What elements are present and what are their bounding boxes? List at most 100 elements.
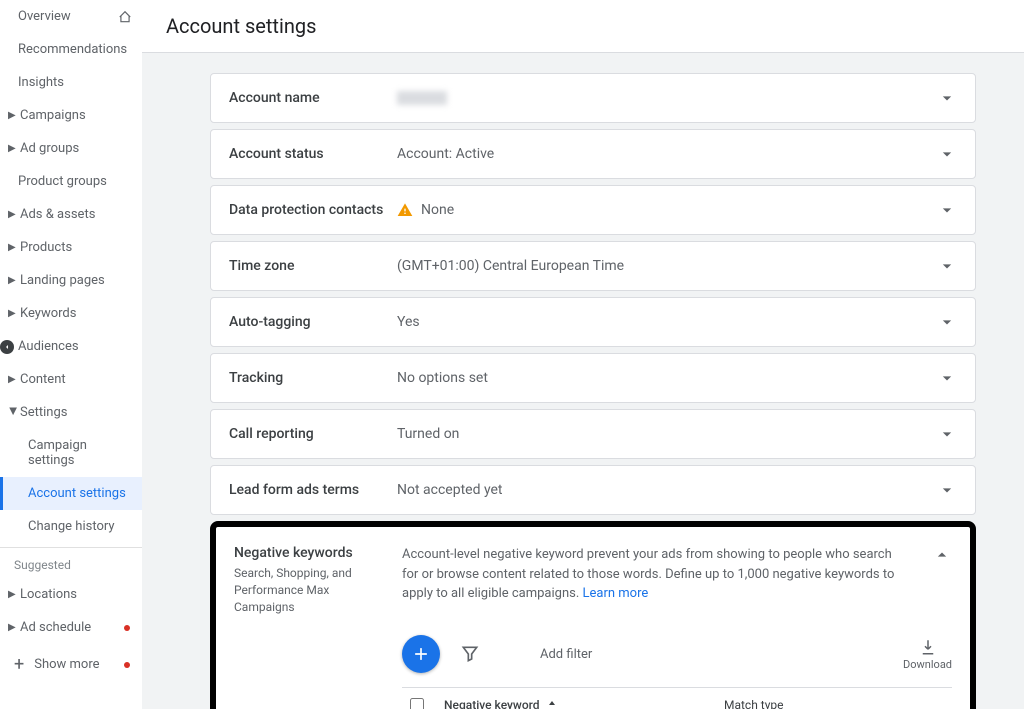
sidebar-item-campaign-settings[interactable]: Campaign settings — [0, 429, 142, 477]
sidebar-item-label: Products — [20, 240, 72, 255]
sidebar-item-label: Settings — [20, 405, 67, 420]
sidebar-item-label: Insights — [18, 75, 64, 90]
sidebar-item-label: Show more — [34, 657, 99, 672]
sidebar-show-more[interactable]: + Show more — [0, 644, 142, 685]
caret-icon: ▶ — [8, 308, 18, 319]
sidebar-item-label: Change history — [28, 519, 115, 534]
negkw-table: Negative keyword Match type You don't ha… — [402, 687, 952, 709]
download-button[interactable]: Download — [903, 638, 952, 671]
sidebar-item-label: Ad schedule — [20, 620, 91, 635]
chevron-down-icon — [937, 368, 957, 388]
panel-account-status[interactable]: Account status Account: Active — [210, 129, 976, 179]
panel-label: Tracking — [229, 370, 397, 386]
main-content: Account settings Account name Account st… — [142, 0, 1024, 709]
panel-label: Call reporting — [229, 426, 397, 442]
panel-tracking[interactable]: Tracking No options set — [210, 353, 976, 403]
panel-auto-tagging[interactable]: Auto-tagging Yes — [210, 297, 976, 347]
panel-value: Turned on — [397, 426, 937, 442]
negative-keywords-panel: Negative keywords Search, Shopping, and … — [210, 521, 976, 709]
learn-more-link[interactable]: Learn more — [583, 586, 649, 601]
chevron-down-icon — [937, 144, 957, 164]
panel-lead-form[interactable]: Lead form ads terms Not accepted yet — [210, 465, 976, 515]
panel-account-name[interactable]: Account name — [210, 73, 976, 123]
sidebar-item-ads-assets[interactable]: ▶Ads & assets — [0, 198, 142, 231]
sidebar-section-suggested: Suggested — [0, 547, 142, 578]
sidebar-item-campaigns[interactable]: ▶Campaigns — [0, 99, 142, 132]
caret-down-icon: ▶ — [8, 408, 19, 418]
panel-value: (GMT+01:00) Central European Time — [397, 258, 937, 274]
caret-icon: ▶ — [8, 242, 18, 253]
panel-value: Account: Active — [397, 146, 937, 162]
panel-time-zone[interactable]: Time zone (GMT+01:00) Central European T… — [210, 241, 976, 291]
collapse-button[interactable] — [932, 545, 952, 565]
sidebar-item-ad-schedule[interactable]: ▶Ad schedule — [0, 611, 142, 644]
sidebar-item-label: Keywords — [20, 306, 76, 321]
chevron-down-icon — [937, 256, 957, 276]
sort-arrow-icon — [546, 699, 558, 709]
home-icon — [118, 10, 132, 24]
sidebar-item-label: Campaigns — [20, 108, 86, 123]
caret-icon: ▶ — [8, 143, 18, 154]
sidebar-item-label: Account settings — [28, 486, 126, 501]
panel-value — [397, 91, 937, 105]
sidebar-item-locations[interactable]: ▶Locations — [0, 578, 142, 611]
add-button[interactable] — [402, 635, 440, 673]
chevron-down-icon — [937, 200, 957, 220]
column-negative-keyword[interactable]: Negative keyword — [444, 698, 724, 709]
chevron-down-icon — [937, 424, 957, 444]
sidebar-item-overview[interactable]: Overview — [0, 0, 142, 33]
panel-value: Yes — [397, 314, 937, 330]
select-all-checkbox[interactable] — [410, 698, 424, 709]
sidebar-item-label: Audiences — [18, 339, 79, 354]
sidebar-item-settings[interactable]: ▶Settings — [0, 396, 142, 429]
sidebar-item-label: Product groups — [18, 174, 107, 189]
table-header-row: Negative keyword Match type — [402, 688, 952, 709]
caret-icon: ▶ — [8, 374, 18, 385]
caret-icon: ▶ — [8, 275, 18, 286]
panel-label: Time zone — [229, 258, 397, 274]
sidebar: Overview Recommendations Insights ▶Campa… — [0, 0, 142, 709]
column-match-type[interactable]: Match type — [724, 698, 944, 709]
sidebar-item-recommendations[interactable]: Recommendations — [0, 33, 142, 66]
panel-value: No options set — [397, 370, 937, 386]
sidebar-item-keywords[interactable]: ▶Keywords — [0, 297, 142, 330]
page-title: Account settings — [166, 14, 1000, 38]
sidebar-item-label: Ad groups — [20, 141, 79, 156]
sidebar-item-audiences[interactable]: Audiences — [0, 330, 142, 363]
negkw-description: Account-level negative keyword prevent y… — [402, 545, 900, 604]
chevron-down-icon — [937, 312, 957, 332]
redacted-text — [397, 91, 447, 105]
sidebar-item-label: Campaign settings — [28, 438, 132, 468]
sidebar-item-product-groups[interactable]: Product groups — [0, 165, 142, 198]
sidebar-item-label: Ads & assets — [20, 207, 95, 222]
add-filter-label[interactable]: Add filter — [540, 647, 592, 662]
negkw-subtitle: Search, Shopping, and Performance Max Ca… — [234, 565, 382, 615]
sidebar-item-label: Overview — [18, 9, 71, 24]
sidebar-item-change-history[interactable]: Change history — [0, 510, 142, 543]
sidebar-item-content[interactable]: ▶Content — [0, 363, 142, 396]
sidebar-item-insights[interactable]: Insights — [0, 66, 142, 99]
sidebar-item-products[interactable]: ▶Products — [0, 231, 142, 264]
sidebar-item-label: Content — [20, 372, 66, 387]
panel-call-reporting[interactable]: Call reporting Turned on — [210, 409, 976, 459]
sidebar-item-label: Locations — [20, 587, 77, 602]
sidebar-collapse-button[interactable] — [0, 340, 14, 354]
download-icon — [919, 638, 937, 656]
filter-icon[interactable] — [460, 644, 480, 664]
panel-label: Lead form ads terms — [229, 482, 397, 498]
chevron-down-icon — [937, 88, 957, 108]
caret-icon: ▶ — [8, 209, 18, 220]
panel-label: Account status — [229, 146, 397, 162]
caret-icon: ▶ — [8, 622, 18, 633]
panel-data-protection[interactable]: Data protection contacts None — [210, 185, 976, 235]
sidebar-item-label: Recommendations — [18, 42, 127, 57]
panel-label: Account name — [229, 90, 397, 106]
sidebar-item-label: Landing pages — [20, 273, 105, 288]
plus-icon: + — [14, 654, 24, 675]
panel-value: None — [397, 202, 937, 218]
notification-dot-icon — [124, 625, 130, 631]
page-header: Account settings — [142, 0, 1024, 53]
sidebar-item-account-settings[interactable]: Account settings — [0, 477, 142, 510]
sidebar-item-ad-groups[interactable]: ▶Ad groups — [0, 132, 142, 165]
sidebar-item-landing-pages[interactable]: ▶Landing pages — [0, 264, 142, 297]
